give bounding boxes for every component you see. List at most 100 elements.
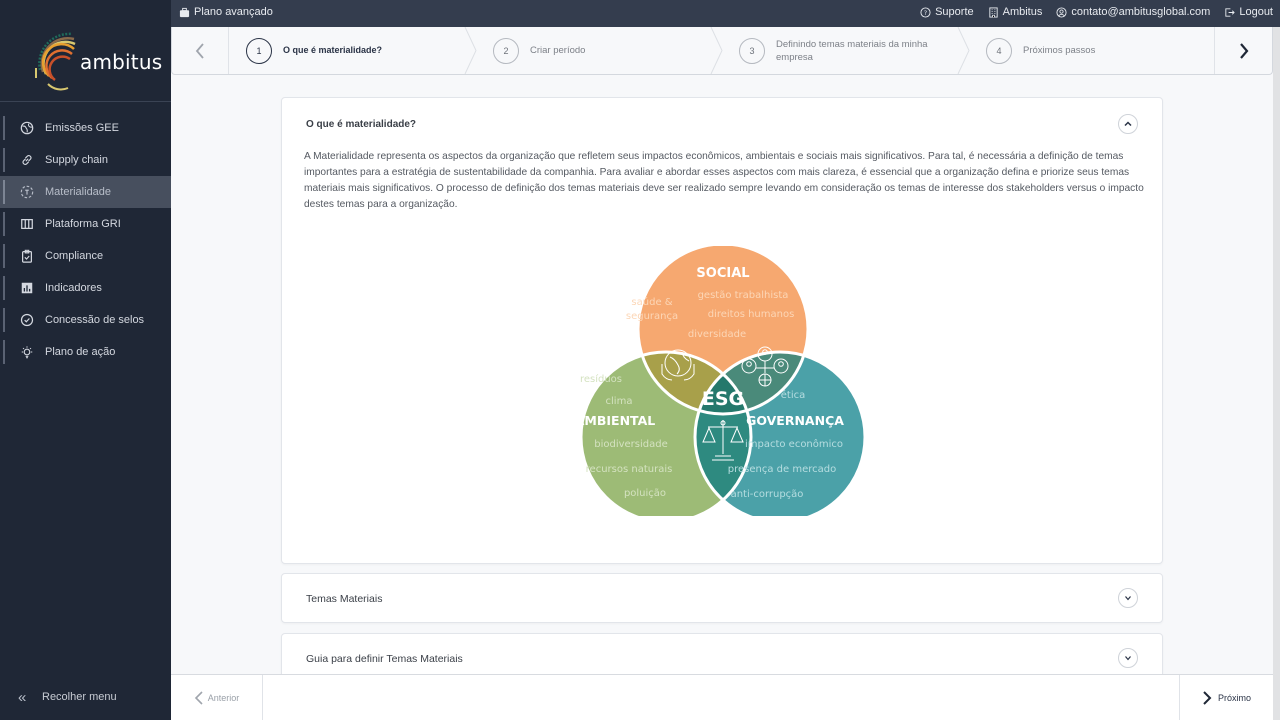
sidebar-divider [0,101,171,102]
collapse-section-button[interactable] [1118,114,1138,134]
previous-button[interactable]: Anterior [171,675,263,720]
step-number: 2 [493,37,519,64]
sidebar-item-concessao-de-selos[interactable]: Concessão de selos [0,304,171,336]
ambiental-topic: resíduos [580,373,622,385]
collapse-menu-button[interactable]: « Recolher menu [0,684,117,710]
previous-label: Anterior [207,693,240,703]
governanca-topic: presença de mercado [728,464,836,475]
clipboard-check-icon [18,247,36,265]
sidebar-item-plano-de-acao[interactable]: Plano de ação [0,336,171,368]
step-3[interactable]: 3 Definindo temas materiais da minha emp… [739,27,939,74]
page-scrollbar[interactable] [1273,27,1280,720]
step-number: 3 [739,37,765,64]
support-label: Suporte [935,6,974,18]
support-link[interactable]: ? Suporte [920,6,974,18]
logout-icon [1225,7,1236,17]
sidebar-item-label: Concessão de selos [45,314,145,326]
sidebar-item-indicadores[interactable]: Indicadores [0,272,171,304]
badge-check-icon [18,311,36,329]
sidebar-item-plataforma-gri[interactable]: Plataforma GRI [0,208,171,240]
sidebar-item-compliance[interactable]: Compliance [0,240,171,272]
step-label: Criar período [530,45,586,56]
section-description: A Materialidade representa os aspectos d… [304,151,1144,210]
sidebar-item-label: Supply chain [45,154,108,166]
ambiental-topic: biodiversidade [594,439,668,450]
sidebar-item-emissoes-gee[interactable]: Emissões GEE [0,112,171,144]
logout-label: Logout [1239,6,1273,18]
esg-venn-diagram: ESG SOCIAL gestão trabalhista saúde & se… [578,246,867,516]
lightbulb-icon [18,343,36,361]
plan-label: Plano avançado [194,6,273,18]
step-4[interactable]: 4 Próximos passos [986,27,1095,74]
sidebar-item-supply-chain[interactable]: Supply chain [0,144,171,176]
chevron-down-icon [1125,656,1131,661]
sidebar-item-label: Plano de ação [45,346,116,358]
collapse-menu-label: Recolher menu [42,691,117,703]
expand-section-button[interactable] [1118,648,1138,668]
sidebar-item-label: Materialidade [45,186,112,198]
user-circle-icon [1056,6,1067,18]
plan-indicator: Plano avançado [179,6,273,18]
social-topic: gestão trabalhista [698,290,789,301]
svg-text:?: ? [924,8,927,16]
globe-icon [18,119,36,137]
briefcase-icon [179,7,190,17]
step-label: Definindo temas materiais da minha empre… [776,38,928,63]
link-icon [18,151,36,169]
step-separator [464,27,477,74]
chevron-up-icon [1124,121,1132,127]
social-topic: saúde & [631,296,672,308]
section-temas-materiais[interactable]: Temas Materiais [281,573,1163,623]
section-title[interactable]: Temas Materiais [306,593,382,605]
social-title: SOCIAL [696,266,749,281]
social-topic: segurança [626,311,678,322]
bar-chart-icon [18,279,36,297]
sidebar-item-label: Plataforma GRI [45,218,121,230]
governanca-topic: anti-corrupção [731,489,804,500]
stepper-prev-button[interactable] [172,27,229,74]
sidebar-item-label: Indicadores [45,282,102,294]
esg-label: ESG [702,388,744,410]
ambiental-topic: recursos naturais [586,464,673,475]
chevron-left-icon [195,42,204,59]
next-button[interactable]: Próximo [1179,675,1273,720]
step-1[interactable]: 1 O que é materialidade? [246,27,382,74]
bottom-navigation: Anterior Próximo [171,674,1273,720]
double-chevron-left-icon: « [18,688,27,706]
company-link[interactable]: Ambitus [988,6,1043,18]
step-separator [710,27,723,74]
stepper-next-button[interactable] [1214,27,1272,74]
ambiental-topic: clima [606,396,633,407]
sidebar-item-label: Compliance [45,250,104,262]
top-links: ? Suporte Ambitus contato@ambitusglobal.… [906,6,1273,18]
section-title[interactable]: O que é materialidade? [306,119,416,130]
columns-icon [18,215,36,233]
social-topic: direitos humanos [708,309,795,320]
ambitus-logo[interactable]: ambitus [28,22,162,92]
governanca-title: GOVERNANÇA [746,413,844,428]
company-label: Ambitus [1002,6,1043,18]
chevron-right-icon [1203,691,1212,705]
step-separator [957,27,970,74]
governanca-topic: impacto econômico [745,438,843,450]
sidebar: ambitus Emissões GEE Supply chain Materi… [0,0,171,720]
ambiental-title: AMBIENTAL [578,413,655,428]
target-icon [18,183,36,201]
account-link[interactable]: contato@ambitusglobal.com [1056,6,1210,18]
logout-button[interactable]: Logout [1224,6,1273,18]
section-title[interactable]: Guia para definir Temas Materiais [306,653,463,665]
section-what-is-materiality: O que é materialidade? A Materialidade r… [281,97,1163,564]
sidebar-item-materialidade[interactable]: Materialidade [0,176,171,208]
sidebar-item-label: Emissões GEE [45,122,119,134]
social-topic: diversidade [688,329,746,340]
sidebar-nav: Emissões GEE Supply chain Materialidade … [0,112,171,368]
chevron-right-icon [1239,42,1248,59]
step-2[interactable]: 2 Criar período [493,27,585,74]
account-email: contato@ambitusglobal.com [1071,6,1211,18]
ambiental-topic: poluição [624,488,666,499]
governanca-topic: ética [781,389,805,401]
building-icon [989,6,998,18]
expand-section-button[interactable] [1118,588,1138,608]
question-circle-icon: ? [920,6,931,18]
top-bar: Plano avançado ? Suporte Ambitus contato… [171,0,1280,27]
